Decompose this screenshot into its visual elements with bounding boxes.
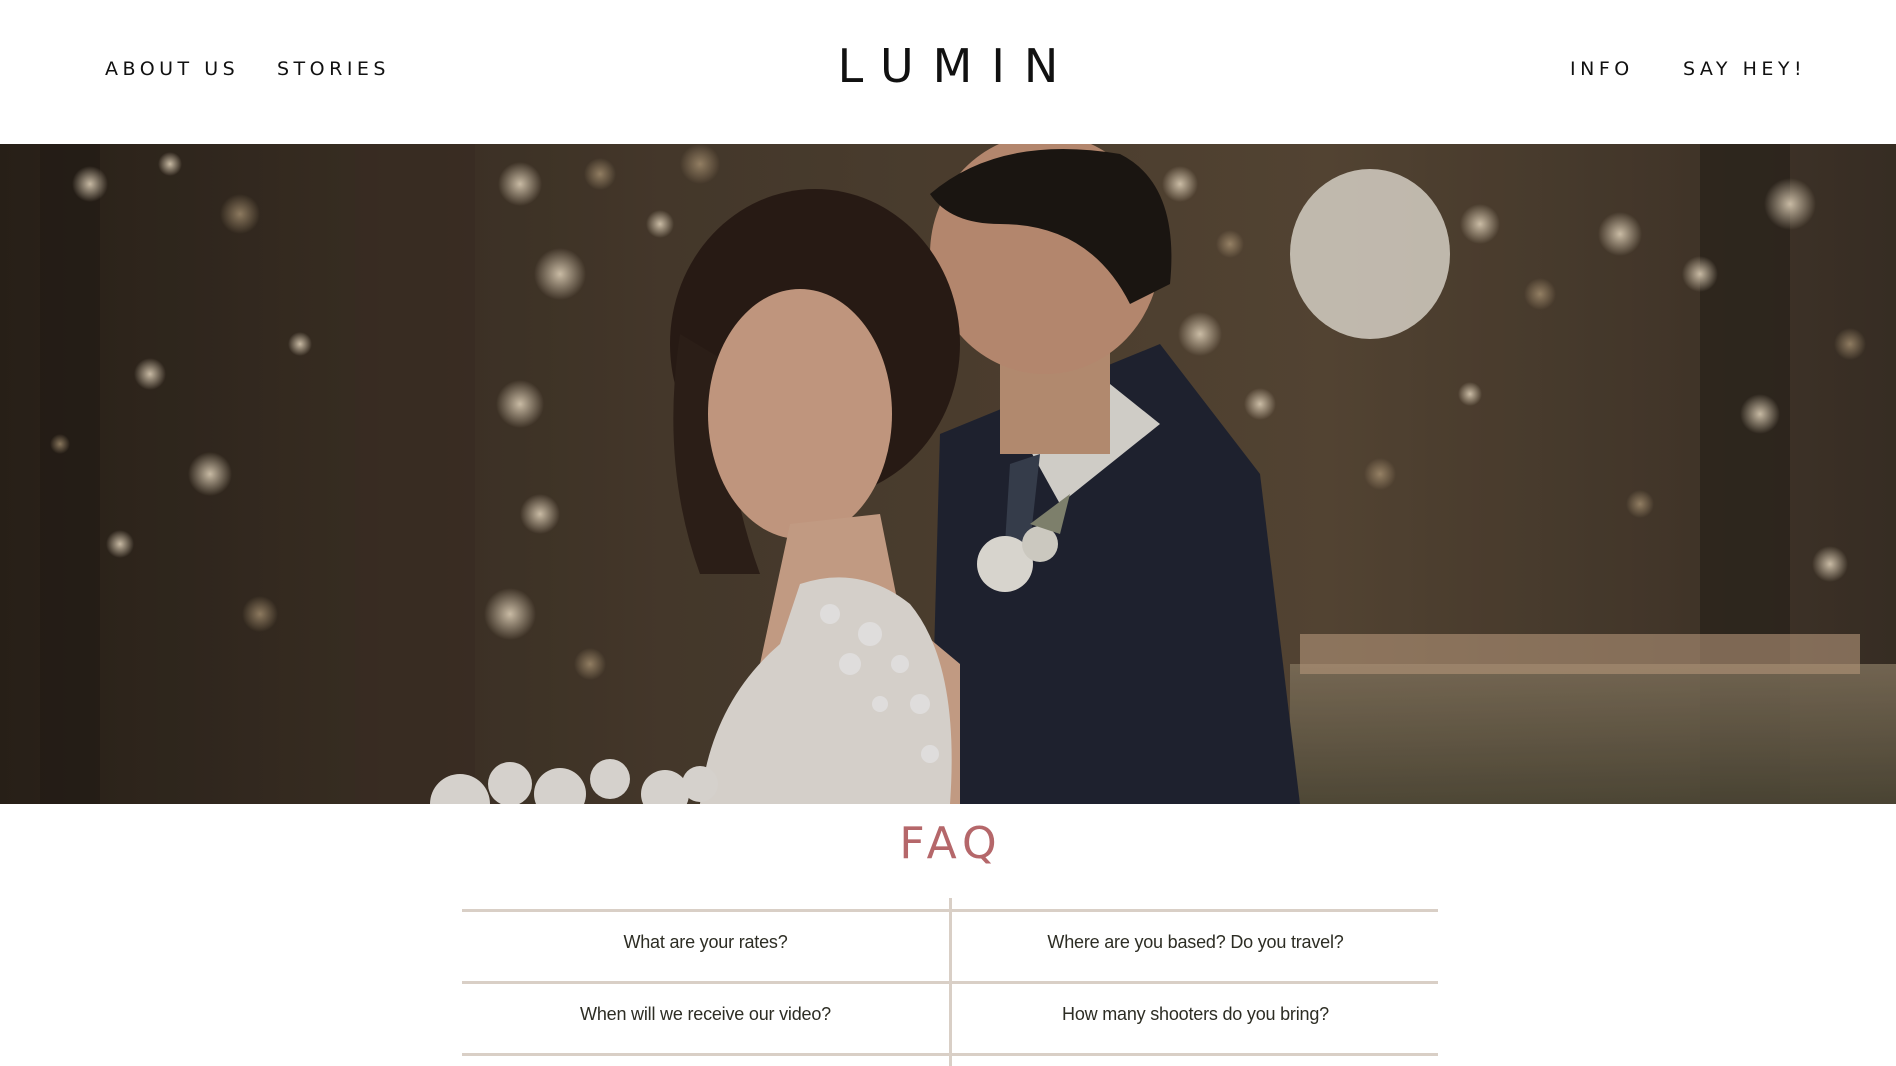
faq-question-shooters[interactable]: How many shooters do you bring? xyxy=(952,1004,1439,1025)
faq-grid: What are your rates? Where are you based… xyxy=(462,898,1438,1066)
faq-question-location[interactable]: Where are you based? Do you travel? xyxy=(952,932,1439,953)
faq-divider-top xyxy=(462,909,1438,912)
nav-say-hey[interactable]: SAY HEY! xyxy=(1683,58,1806,80)
site-header: ABOUT US STORIES LUMIN INFO SAY HEY! xyxy=(0,0,1896,144)
faq-divider-bottom xyxy=(462,1053,1438,1056)
nav-info[interactable]: INFO xyxy=(1570,58,1634,80)
faq-title: FAQ xyxy=(899,818,1003,869)
couple-photo-illustration xyxy=(0,144,1896,804)
hero-image xyxy=(0,144,1896,804)
faq-divider-middle xyxy=(462,981,1438,984)
faq-question-rates[interactable]: What are your rates? xyxy=(462,932,949,953)
faq-question-delivery[interactable]: When will we receive our video? xyxy=(462,1004,949,1025)
